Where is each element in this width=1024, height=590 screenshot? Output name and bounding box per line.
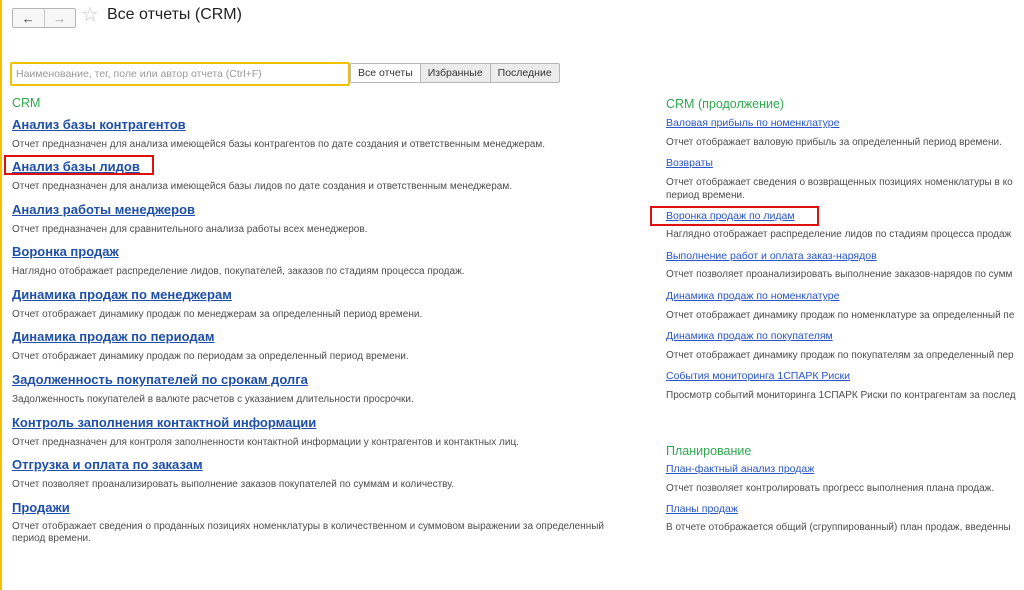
report-link[interactable]: Выполнение работ и оплата заказ-нарядов [666, 250, 877, 262]
report-link[interactable]: Продажи [12, 500, 70, 515]
tab-all-reports[interactable]: Все отчеты [351, 64, 420, 82]
report-description: В отчете отображается общий (сгруппирова… [666, 522, 1011, 533]
tab-recent[interactable]: Последние [489, 64, 559, 82]
report-link[interactable]: Динамика продаж по периодам [12, 329, 214, 344]
report-description: Отчет отображает динамику продаж по мене… [12, 309, 423, 320]
left-accent-bar [0, 0, 2, 590]
report-description: Отчет отображает валовую прибыль за опре… [666, 137, 1002, 148]
report-link[interactable]: Динамика продаж по менеджерам [12, 287, 232, 302]
report-description: Задолженность покупателей в валюте расче… [12, 394, 414, 405]
back-icon[interactable]: ← [13, 9, 44, 27]
report-description: Отчет отображает сведения о возвращенных… [666, 177, 1013, 188]
report-description: Отчет предназначен для контроля заполнен… [12, 437, 519, 448]
report-link[interactable]: Динамика продаж по номенклатуре [666, 290, 839, 302]
report-link[interactable]: Анализ работы менеджеров [12, 202, 195, 217]
report-link[interactable]: Планы продаж [666, 503, 738, 515]
report-description: Отчет предназначен для анализа имеющейся… [12, 139, 545, 150]
star-icon[interactable]: ☆ [81, 5, 99, 25]
highlight-frame [650, 206, 819, 226]
report-link[interactable]: Возвраты [666, 157, 713, 169]
report-description: Отчет отображает динамику продаж по поку… [666, 350, 1014, 361]
report-link[interactable]: Контроль заполнения контактной информаци… [12, 415, 316, 430]
report-description-continued: период времени. [666, 190, 745, 201]
report-link[interactable]: План-фактный анализ продаж [666, 463, 814, 475]
report-description: Отчет предназначен для анализа имеющейся… [12, 181, 512, 192]
tab-favorites[interactable]: Избранные [419, 64, 490, 82]
report-link[interactable]: Воронка продаж [12, 244, 119, 259]
report-link[interactable]: Анализ базы контрагентов [12, 117, 186, 132]
page-title: Все отчеты (CRM) [107, 6, 242, 23]
nav-buttons: ← → [12, 8, 76, 28]
report-description: Наглядно отображает распределение лидов,… [12, 266, 465, 277]
section-title-crm: CRM [12, 96, 41, 110]
report-link[interactable]: События мониторинга 1СПАРК Риски [666, 370, 850, 382]
search-input[interactable] [10, 62, 350, 86]
forward-icon[interactable]: → [43, 9, 76, 27]
section-title-crm-continued: CRM (продолжение) [666, 97, 785, 111]
report-description: Отчет отображает динамику продаж по пери… [12, 351, 409, 362]
filter-tabs: Все отчеты Избранные Последние [350, 63, 560, 83]
report-link[interactable]: Отгрузка и оплата по заказам [12, 457, 203, 472]
report-description: Отчет позволяет проанализировать выполне… [12, 479, 455, 490]
report-description: Отчет позволяет проанализировать выполне… [666, 269, 1013, 280]
report-description: Наглядно отображает распределение лидов … [666, 229, 1012, 240]
report-link[interactable]: Валовая прибыль по номенклатуре [666, 117, 839, 129]
report-description: Отчет позволяет контролировать прогресс … [666, 483, 995, 494]
report-link[interactable]: Задолженность покупателей по срокам долг… [12, 372, 308, 387]
section-title-planning: Планирование [666, 444, 752, 458]
report-description: Отчет отображает динамику продаж по номе… [666, 310, 1015, 321]
report-description: Отчет предназначен для сравнительного ан… [12, 224, 368, 235]
report-description: Отчет отображает сведения о проданных по… [12, 521, 605, 544]
report-link[interactable]: Динамика продаж по покупателям [666, 330, 833, 342]
report-description: Просмотр событий мониторинга 1СПАРК Риск… [666, 390, 1016, 401]
highlight-frame [4, 155, 154, 175]
